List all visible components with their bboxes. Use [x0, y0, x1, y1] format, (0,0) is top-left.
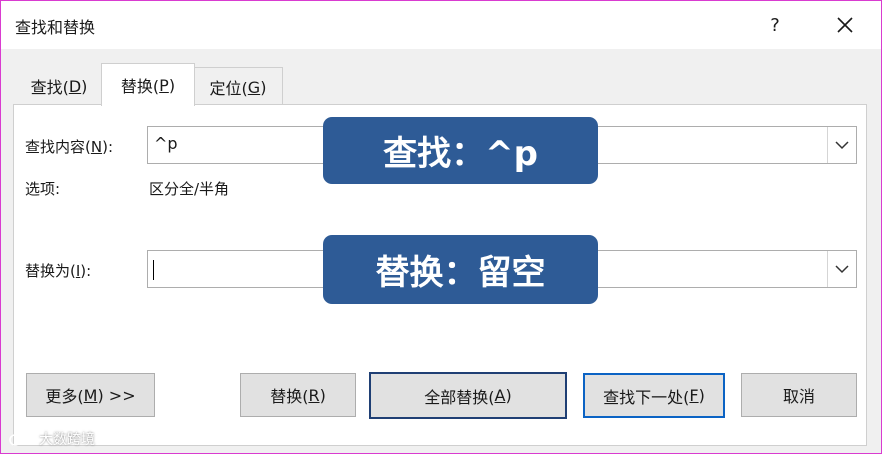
find-next-button[interactable]: 查找下一处(F): [583, 373, 725, 418]
chevron-down-icon: [835, 264, 849, 273]
chevron-down-icon: [835, 140, 849, 149]
window-title: 查找和替换: [15, 18, 96, 37]
help-icon: ?: [770, 14, 780, 36]
replace-dropdown-button[interactable]: [827, 251, 856, 287]
replace-with-label: 替换为(I):: [25, 262, 92, 280]
options-value: 区分全/半角: [149, 180, 230, 198]
replace-all-button[interactable]: 全部替换(A): [369, 372, 567, 419]
title-bar: 查找和替换 ?: [1, 1, 881, 49]
close-button[interactable]: [823, 9, 867, 41]
watermark-text: 大数跨境: [39, 432, 95, 448]
find-what-label: 查找内容(N):: [25, 138, 113, 156]
find-dropdown-button[interactable]: [827, 127, 856, 163]
close-icon: [837, 17, 853, 33]
options-label: 选项:: [25, 180, 61, 198]
replace-button[interactable]: 替换(R): [240, 373, 356, 417]
find-callout: 查找：^p: [323, 117, 598, 184]
text-caret: [153, 260, 154, 280]
watermark: 大数跨境: [9, 429, 95, 449]
more-button[interactable]: 更多(M) >>: [26, 373, 155, 417]
cancel-button[interactable]: 取消: [741, 373, 857, 417]
tab-find[interactable]: 查找(D): [17, 69, 101, 103]
tab-goto[interactable]: 定位(G): [193, 67, 283, 106]
help-button[interactable]: ?: [753, 9, 797, 41]
watermark-logo-icon: [9, 432, 35, 446]
find-replace-dialog: 查找和替换 ? 查找(D) 替换(P) 定位(G) 查找内容(N): ^p 选项…: [0, 0, 882, 454]
find-what-value: ^p: [154, 134, 178, 153]
tab-replace[interactable]: 替换(P): [101, 63, 195, 106]
replace-callout: 替换：留空: [323, 235, 598, 304]
